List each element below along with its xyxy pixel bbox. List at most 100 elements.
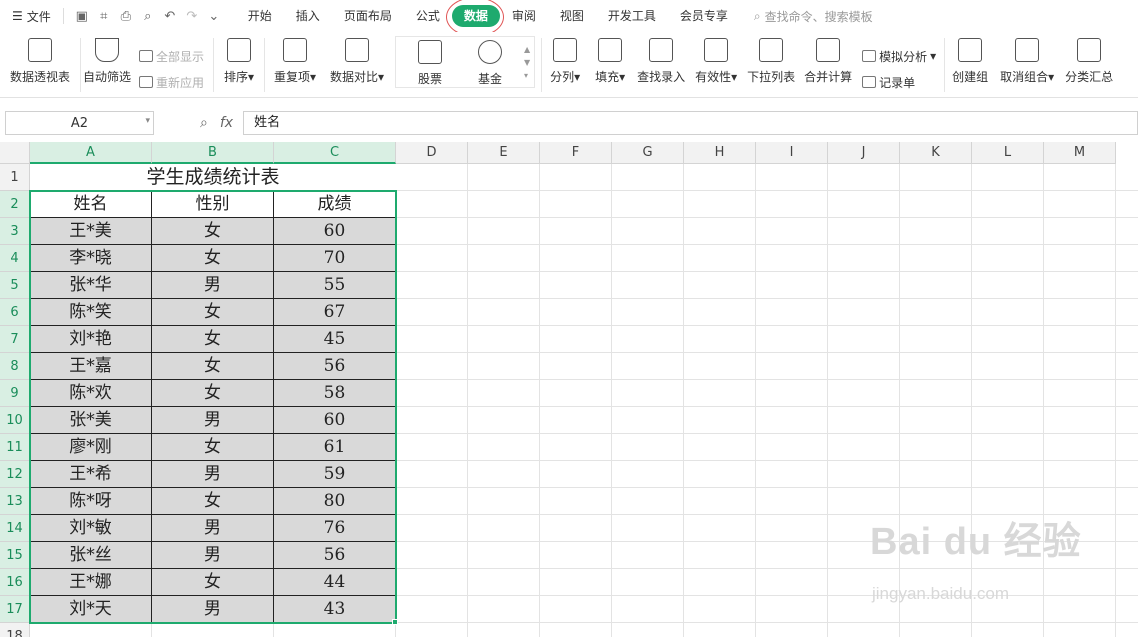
- expand-icon[interactable]: ▾: [524, 71, 530, 80]
- validity-button[interactable]: 有效性▾: [690, 32, 742, 98]
- row-header[interactable]: 2: [0, 191, 30, 218]
- row-header[interactable]: 16: [0, 569, 30, 596]
- table-cell[interactable]: 43: [274, 596, 396, 623]
- consolidate-button[interactable]: 合并计算: [800, 32, 856, 98]
- table-cell[interactable]: 李*晓: [30, 245, 152, 272]
- row-header[interactable]: 6: [0, 299, 30, 326]
- table-cell[interactable]: 56: [274, 353, 396, 380]
- table-cell[interactable]: 60: [274, 218, 396, 245]
- column-header[interactable]: M: [1044, 142, 1116, 164]
- tab-member[interactable]: 会员专享: [668, 5, 740, 27]
- column-header[interactable]: H: [684, 142, 756, 164]
- row-header[interactable]: 1: [0, 164, 30, 191]
- select-all-corner[interactable]: [0, 142, 30, 164]
- table-cell[interactable]: 男: [152, 542, 274, 569]
- reapply-button[interactable]: 重新应用: [139, 74, 207, 91]
- undo-icon[interactable]: ↶: [162, 9, 178, 24]
- format-painter-icon[interactable]: ⌗: [96, 9, 112, 24]
- table-header-cell[interactable]: 成绩: [274, 191, 396, 218]
- row-header[interactable]: 4: [0, 245, 30, 272]
- tab-review[interactable]: 审阅: [500, 5, 548, 27]
- tab-developer[interactable]: 开发工具: [596, 5, 668, 27]
- table-cell[interactable]: 60: [274, 407, 396, 434]
- row-header[interactable]: 3: [0, 218, 30, 245]
- row-header[interactable]: 12: [0, 461, 30, 488]
- data-compare-button[interactable]: 数据对比▾: [325, 32, 389, 98]
- tab-page-layout[interactable]: 页面布局: [332, 5, 404, 27]
- create-group-button[interactable]: 创建组: [945, 32, 995, 98]
- pivot-table-button[interactable]: 数据透视表: [0, 32, 80, 98]
- row-header[interactable]: 11: [0, 434, 30, 461]
- zoom-icon[interactable]: ⌕: [200, 115, 208, 131]
- row-header[interactable]: 8: [0, 353, 30, 380]
- column-header[interactable]: L: [972, 142, 1044, 164]
- table-cell[interactable]: 廖*刚: [30, 434, 152, 461]
- row-header[interactable]: 10: [0, 407, 30, 434]
- table-cell[interactable]: 70: [274, 245, 396, 272]
- command-search[interactable]: ⌕ 查找命令、搜索模板: [754, 8, 873, 25]
- table-cell[interactable]: 王*希: [30, 461, 152, 488]
- formula-input[interactable]: 姓名: [243, 111, 1138, 135]
- sort-button[interactable]: 排序▾: [214, 32, 264, 98]
- row-header[interactable]: 15: [0, 542, 30, 569]
- table-cell[interactable]: 56: [274, 542, 396, 569]
- row-header[interactable]: 9: [0, 380, 30, 407]
- lookup-entry-button[interactable]: 查找录入: [632, 32, 690, 98]
- subtotal-button[interactable]: 分类汇总: [1059, 32, 1119, 98]
- table-cell[interactable]: 80: [274, 488, 396, 515]
- chevron-down-icon[interactable]: ▾: [145, 116, 150, 126]
- table-header-cell[interactable]: 性别: [152, 191, 274, 218]
- tab-home[interactable]: 开始: [236, 5, 284, 27]
- ungroup-button[interactable]: 取消组合▾: [995, 32, 1059, 98]
- print-preview-icon[interactable]: ⌕: [140, 9, 156, 24]
- tab-data[interactable]: 数据: [445, 0, 504, 37]
- chevron-up-icon[interactable]: ▲: [524, 45, 530, 54]
- table-cell[interactable]: 陈*呀: [30, 488, 152, 515]
- table-cell[interactable]: 男: [152, 515, 274, 542]
- table-cell[interactable]: 张*华: [30, 272, 152, 299]
- save-icon[interactable]: ▣: [74, 9, 90, 24]
- tab-formulas[interactable]: 公式: [404, 5, 452, 27]
- show-all-button[interactable]: 全部显示: [139, 48, 207, 65]
- column-header[interactable]: E: [468, 142, 540, 164]
- gallery-scroll[interactable]: ▲ ▼ ▾: [524, 45, 530, 80]
- table-cell[interactable]: 男: [152, 596, 274, 623]
- table-cell[interactable]: 陈*欢: [30, 380, 152, 407]
- dropdown-list-button[interactable]: 下拉列表: [742, 32, 800, 98]
- column-header[interactable]: D: [396, 142, 468, 164]
- table-cell[interactable]: 刘*艳: [30, 326, 152, 353]
- column-header[interactable]: F: [540, 142, 612, 164]
- table-cell[interactable]: 44: [274, 569, 396, 596]
- row-header[interactable]: 7: [0, 326, 30, 353]
- function-icon[interactable]: fx: [220, 115, 233, 131]
- fill-handle[interactable]: [392, 619, 398, 625]
- table-cell[interactable]: 男: [152, 272, 274, 299]
- record-form-button[interactable]: 记录单: [862, 74, 938, 91]
- name-box[interactable]: A2 ▾: [5, 111, 154, 135]
- table-cell[interactable]: 女: [152, 218, 274, 245]
- table-cell[interactable]: 张*美: [30, 407, 152, 434]
- column-header[interactable]: G: [612, 142, 684, 164]
- table-cell[interactable]: 王*嘉: [30, 353, 152, 380]
- table-cell[interactable]: 女: [152, 299, 274, 326]
- redo-icon[interactable]: ↷: [184, 9, 200, 24]
- table-cell[interactable]: 45: [274, 326, 396, 353]
- stock-button[interactable]: 股票: [400, 38, 460, 87]
- file-menu[interactable]: ☰ 文件: [0, 8, 59, 25]
- tab-view[interactable]: 视图: [548, 5, 596, 27]
- column-header[interactable]: J: [828, 142, 900, 164]
- column-header[interactable]: B: [152, 142, 274, 164]
- table-cell[interactable]: 女: [152, 353, 274, 380]
- chevron-down-icon[interactable]: ▼: [524, 58, 530, 67]
- column-header[interactable]: K: [900, 142, 972, 164]
- column-header[interactable]: A: [30, 142, 152, 164]
- fund-button[interactable]: 基金: [460, 38, 520, 87]
- table-cell[interactable]: 男: [152, 407, 274, 434]
- table-cell[interactable]: 59: [274, 461, 396, 488]
- table-cell[interactable]: 67: [274, 299, 396, 326]
- table-cell[interactable]: 女: [152, 380, 274, 407]
- row-header[interactable]: 18: [0, 623, 30, 637]
- table-cell[interactable]: 61: [274, 434, 396, 461]
- fill-button[interactable]: 填充▾: [588, 32, 632, 98]
- tab-insert[interactable]: 插入: [284, 5, 332, 27]
